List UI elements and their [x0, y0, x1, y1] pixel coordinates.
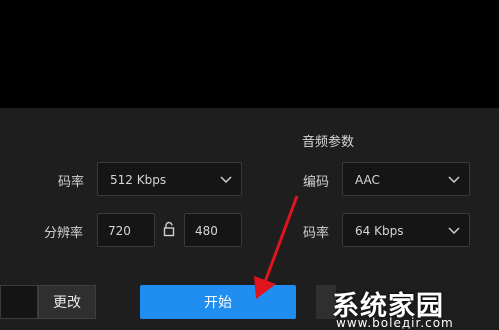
resolution-width-input[interactable]: 720: [97, 213, 155, 247]
resolution-height-value: 480: [195, 224, 218, 238]
audio-bitrate-select[interactable]: 64 Kbps: [342, 213, 470, 247]
resolution-height-input[interactable]: 480: [184, 213, 242, 247]
chevron-down-icon: [448, 176, 460, 184]
lock-icon[interactable]: [162, 221, 176, 237]
audio-codec-select[interactable]: AAC: [342, 162, 470, 196]
audio-codec-label: 编码: [303, 175, 330, 190]
start-button[interactable]: 开始: [140, 285, 296, 319]
audio-bitrate-value: 64 Kbps: [355, 224, 404, 238]
video-bitrate-value: 512 Kbps: [110, 173, 167, 187]
output-path-field[interactable]: [0, 285, 38, 319]
resolution-label: 分辨率: [44, 226, 84, 241]
chevron-down-icon: [448, 227, 460, 235]
change-button[interactable]: 更改: [38, 285, 96, 319]
chevron-down-icon: [220, 176, 232, 184]
watermark-url-text: www.bolедir.com: [336, 316, 454, 330]
audio-section-title: 音频参数: [302, 135, 355, 150]
video-preview-area: [0, 0, 499, 108]
video-bitrate-label: 码率: [58, 175, 85, 190]
watermark-logo: 系统家园 www.bolедir.com: [320, 282, 499, 330]
video-bitrate-select[interactable]: 512 Kbps: [97, 162, 242, 196]
resolution-width-value: 720: [108, 224, 131, 238]
audio-codec-value: AAC: [355, 173, 380, 187]
audio-bitrate-label: 码率: [303, 226, 330, 241]
